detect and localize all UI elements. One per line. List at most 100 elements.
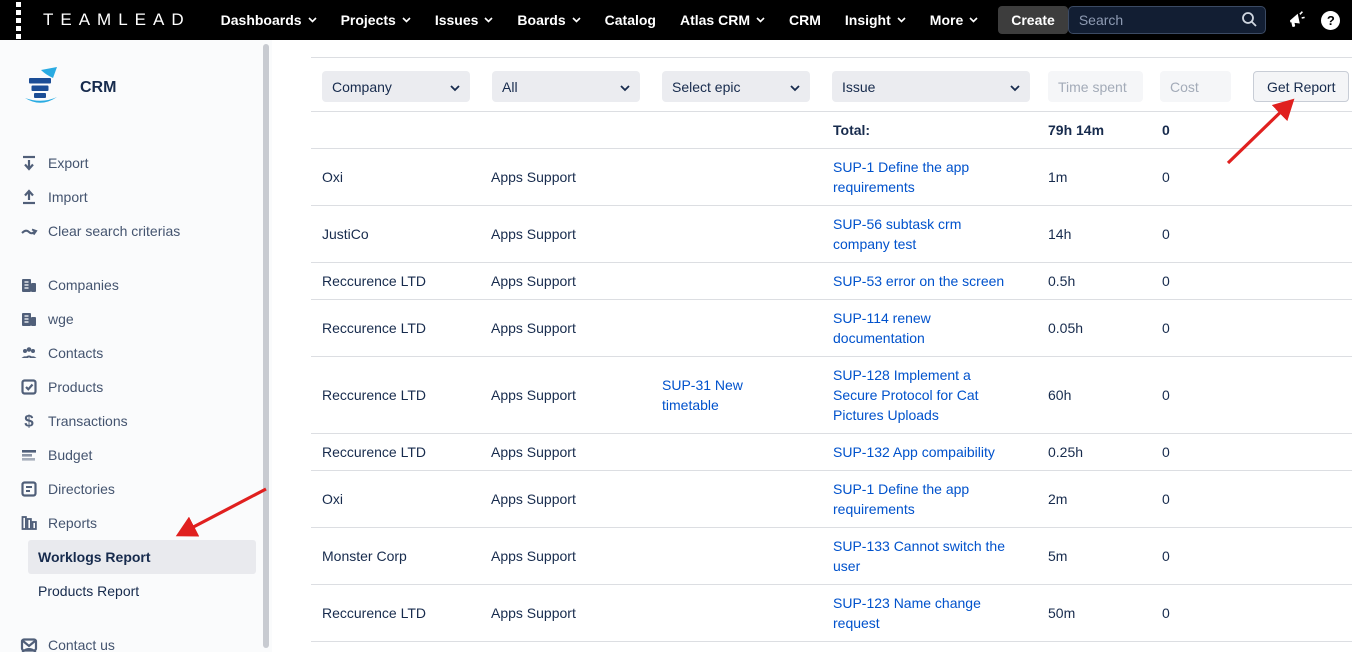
table-row: OxiApps SupportSUP-1 Define the app requ…	[311, 471, 1352, 528]
project-cell: Apps Support	[469, 149, 640, 206]
sidebar-item-products-report[interactable]: Products Report	[0, 574, 272, 608]
issue-cell: SUP-132 App compaibility	[811, 434, 1026, 471]
epic-cell	[640, 471, 811, 528]
issue-link[interactable]: SUP-56 subtask crm company test	[833, 216, 961, 252]
sidebar-item-label: Budget	[48, 447, 92, 463]
sidebar-item-wge[interactable]: wge	[0, 302, 272, 336]
announcement-icon[interactable]	[1280, 0, 1314, 40]
issue-link[interactable]: SUP-132 App compaibility	[833, 444, 995, 460]
sidebar-item-products[interactable]: Products	[0, 370, 272, 404]
sidebar-item-label: Import	[48, 189, 88, 205]
settings-icon[interactable]	[1348, 0, 1352, 40]
chevron-down-icon	[484, 17, 493, 23]
issue-link[interactable]: SUP-114 renew documentation	[833, 310, 931, 346]
nav-dashboards[interactable]: Dashboards	[209, 0, 329, 40]
nav-projects[interactable]: Projects	[329, 0, 423, 40]
table-row: Reccurence LTDApps Support SUP-31 New tim…	[311, 357, 1352, 434]
app-switcher-icon[interactable]	[16, 9, 21, 31]
nav-issues[interactable]: Issues	[423, 0, 506, 40]
crm-sidebar: CRM Export Import Clear search criterias	[0, 40, 272, 652]
issue-cell: SUP-128 Implement a Secure Protocol for …	[811, 357, 1026, 434]
sidebar-item-contacts[interactable]: Contacts	[0, 336, 272, 370]
time-spent-input[interactable]	[1048, 71, 1143, 102]
nav-crm[interactable]: CRM	[777, 0, 833, 40]
brand-logo[interactable]: TEAMLEAD	[43, 10, 191, 30]
time-spent-cell: 60h	[1026, 357, 1140, 434]
sidebar-item-label: Clear search criterias	[48, 223, 180, 239]
sidebar-item-budget[interactable]: Budget	[0, 438, 272, 472]
issue-link[interactable]: SUP-128 Implement a Secure Protocol for …	[833, 367, 979, 423]
epic-filter-dropdown[interactable]: Select epic	[662, 71, 810, 102]
bar-chart-icon	[20, 514, 38, 532]
table-row: Reccurence LTDApps SupportSUP-123 Name c…	[311, 585, 1352, 642]
cost-cell: 0	[1140, 642, 1352, 652]
time-spent-cell: 0.05h	[1026, 300, 1140, 357]
company-cell: Reccurence LTD	[311, 585, 469, 642]
issue-cell: SUP-53 error on the screen	[811, 263, 1026, 300]
sidebar-item-label: Transactions	[48, 413, 128, 429]
budget-bars-icon	[20, 446, 38, 464]
project-cell: Apps Support	[469, 357, 640, 434]
nav-more[interactable]: More	[918, 0, 990, 40]
report-filter-bar: Company All Select epic Issue Get Report	[311, 57, 1352, 111]
sidebar-item-transactions[interactable]: $ Transactions	[0, 404, 272, 438]
chevron-down-icon	[1010, 79, 1020, 95]
time-spent-cell: 1m	[1026, 149, 1140, 206]
issue-cell: SUP-123 Name change request	[811, 585, 1026, 642]
nav-boards[interactable]: Boards	[505, 0, 592, 40]
issue-link[interactable]: SUP-53 error on the screen	[833, 273, 1004, 289]
epic-link[interactable]: SUP-31 New timetable	[662, 377, 743, 413]
sidebar-item-contact-us[interactable]: Contact us	[0, 628, 272, 652]
sidebar-item-reports[interactable]: Reports	[0, 506, 272, 540]
sidebar-item-import[interactable]: Import	[0, 180, 272, 214]
table-row: OxiApps Support SUP-1 Define the app requ…	[311, 149, 1352, 206]
sidebar-item-label: Products	[48, 379, 103, 395]
help-icon[interactable]: ?	[1314, 0, 1348, 40]
company-cell: Oxi	[311, 149, 469, 206]
sidebar-item-directories[interactable]: Directories	[0, 472, 272, 506]
sidebar-item-worklogs-report[interactable]: Worklogs Report	[28, 540, 256, 574]
sidebar-scrollbar[interactable]	[263, 44, 269, 648]
dropdown-value: Select epic	[672, 79, 790, 95]
issue-link[interactable]: SUP-1 Define the app requirements	[833, 481, 969, 517]
company-cell: Reccurence LTD	[311, 357, 469, 434]
epic-cell	[640, 149, 811, 206]
worklogs-table: Total: 79h 14m 0 OxiApps SupportSUP-1 De…	[311, 111, 1352, 652]
sidebar-item-clear-search[interactable]: Clear search criterias	[0, 214, 272, 248]
directory-icon	[20, 480, 38, 498]
time-spent-cell: 14h	[1026, 206, 1140, 263]
table-row: Monster CorpApps SupportSUP-133 Cannot s…	[311, 528, 1352, 585]
issue-link[interactable]: SUP-133 Cannot switch the user	[833, 538, 1005, 574]
cost-cell: 0	[1140, 149, 1352, 206]
svg-text:$: $	[24, 412, 34, 430]
nav-label: Boards	[517, 12, 565, 28]
top-navbar: TEAMLEAD Dashboards Projects Issues Boar…	[0, 0, 1352, 40]
table-row: Reccurence LTDApps SupportSUP-132 App co…	[311, 434, 1352, 471]
chevron-down-icon	[969, 17, 978, 23]
chevron-down-icon	[790, 79, 800, 95]
issue-link[interactable]: SUP-1 Define the app requirements	[833, 159, 969, 195]
export-icon	[20, 154, 38, 172]
search-input[interactable]	[1068, 6, 1266, 34]
time-spent-cell: 50m	[1026, 585, 1140, 642]
cost-cell: 0	[1140, 357, 1352, 434]
project-cell: Apps Support	[469, 300, 640, 357]
nav-catalog[interactable]: Catalog	[593, 0, 668, 40]
cost-input[interactable]	[1160, 71, 1231, 102]
epic-cell: SUP-31 New timetable	[640, 357, 811, 434]
cost-cell: 0	[1140, 263, 1352, 300]
nav-insight[interactable]: Insight	[833, 0, 918, 40]
sidebar-item-export[interactable]: Export	[0, 146, 272, 180]
project-filter-dropdown[interactable]: All	[492, 71, 640, 102]
search-icon[interactable]	[1241, 11, 1258, 31]
nav-atlas-crm[interactable]: Atlas CRM	[668, 0, 777, 40]
company-filter-dropdown[interactable]: Company	[322, 71, 470, 102]
chevron-down-icon	[308, 17, 317, 23]
project-cell: Apps Support	[469, 471, 640, 528]
issue-filter-dropdown[interactable]: Issue	[832, 71, 1030, 102]
issue-link[interactable]: SUP-123 Name change request	[833, 595, 981, 631]
create-button[interactable]: Create	[998, 6, 1068, 34]
time-spent-cell: 5m	[1026, 528, 1140, 585]
sidebar-item-companies[interactable]: Companies	[0, 268, 272, 302]
get-report-button[interactable]: Get Report	[1253, 71, 1349, 102]
